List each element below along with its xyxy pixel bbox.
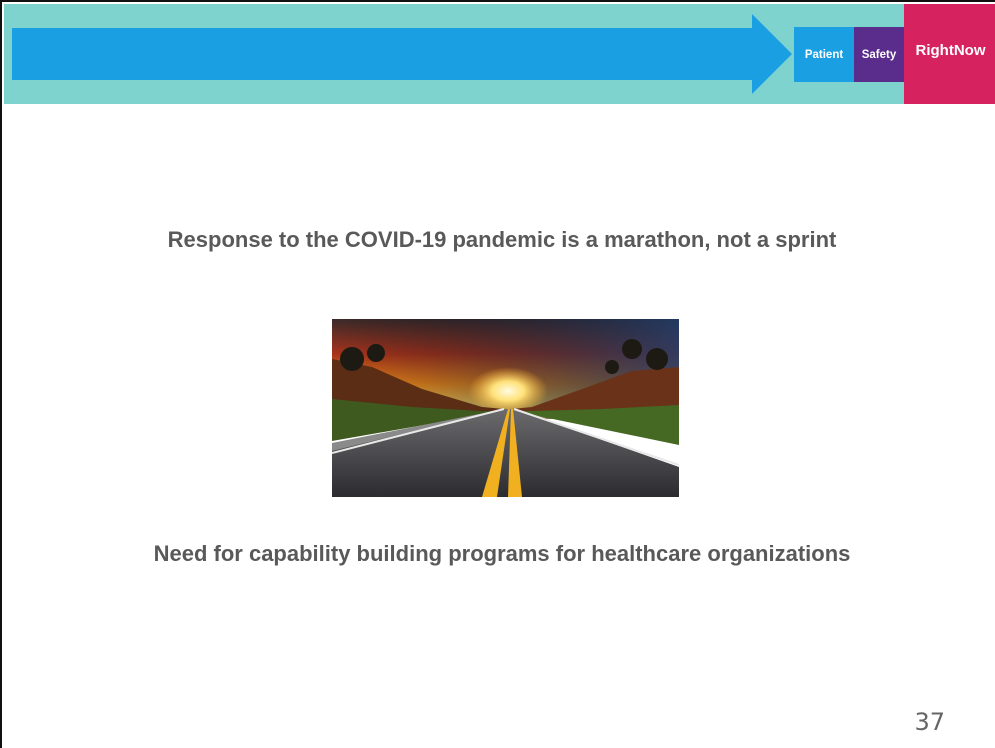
logo-safety: Safety [854, 27, 904, 82]
road-sunset-image [332, 319, 679, 497]
slide-headline: Response to the COVID-19 pandemic is a m… [167, 227, 837, 252]
slide: Patient Safety RightNow Response to the … [0, 0, 995, 748]
logo-rightnow: RightNow [904, 4, 995, 104]
logo-patient-text: Patient [804, 48, 844, 61]
slide-number: 37 [914, 708, 945, 736]
logo-patient: Patient [794, 27, 854, 82]
slide-subline: Need for capability building programs fo… [153, 541, 851, 566]
logo-safety-text: Safety [861, 48, 897, 61]
logo-rightnow-text: RightNow [915, 41, 986, 59]
